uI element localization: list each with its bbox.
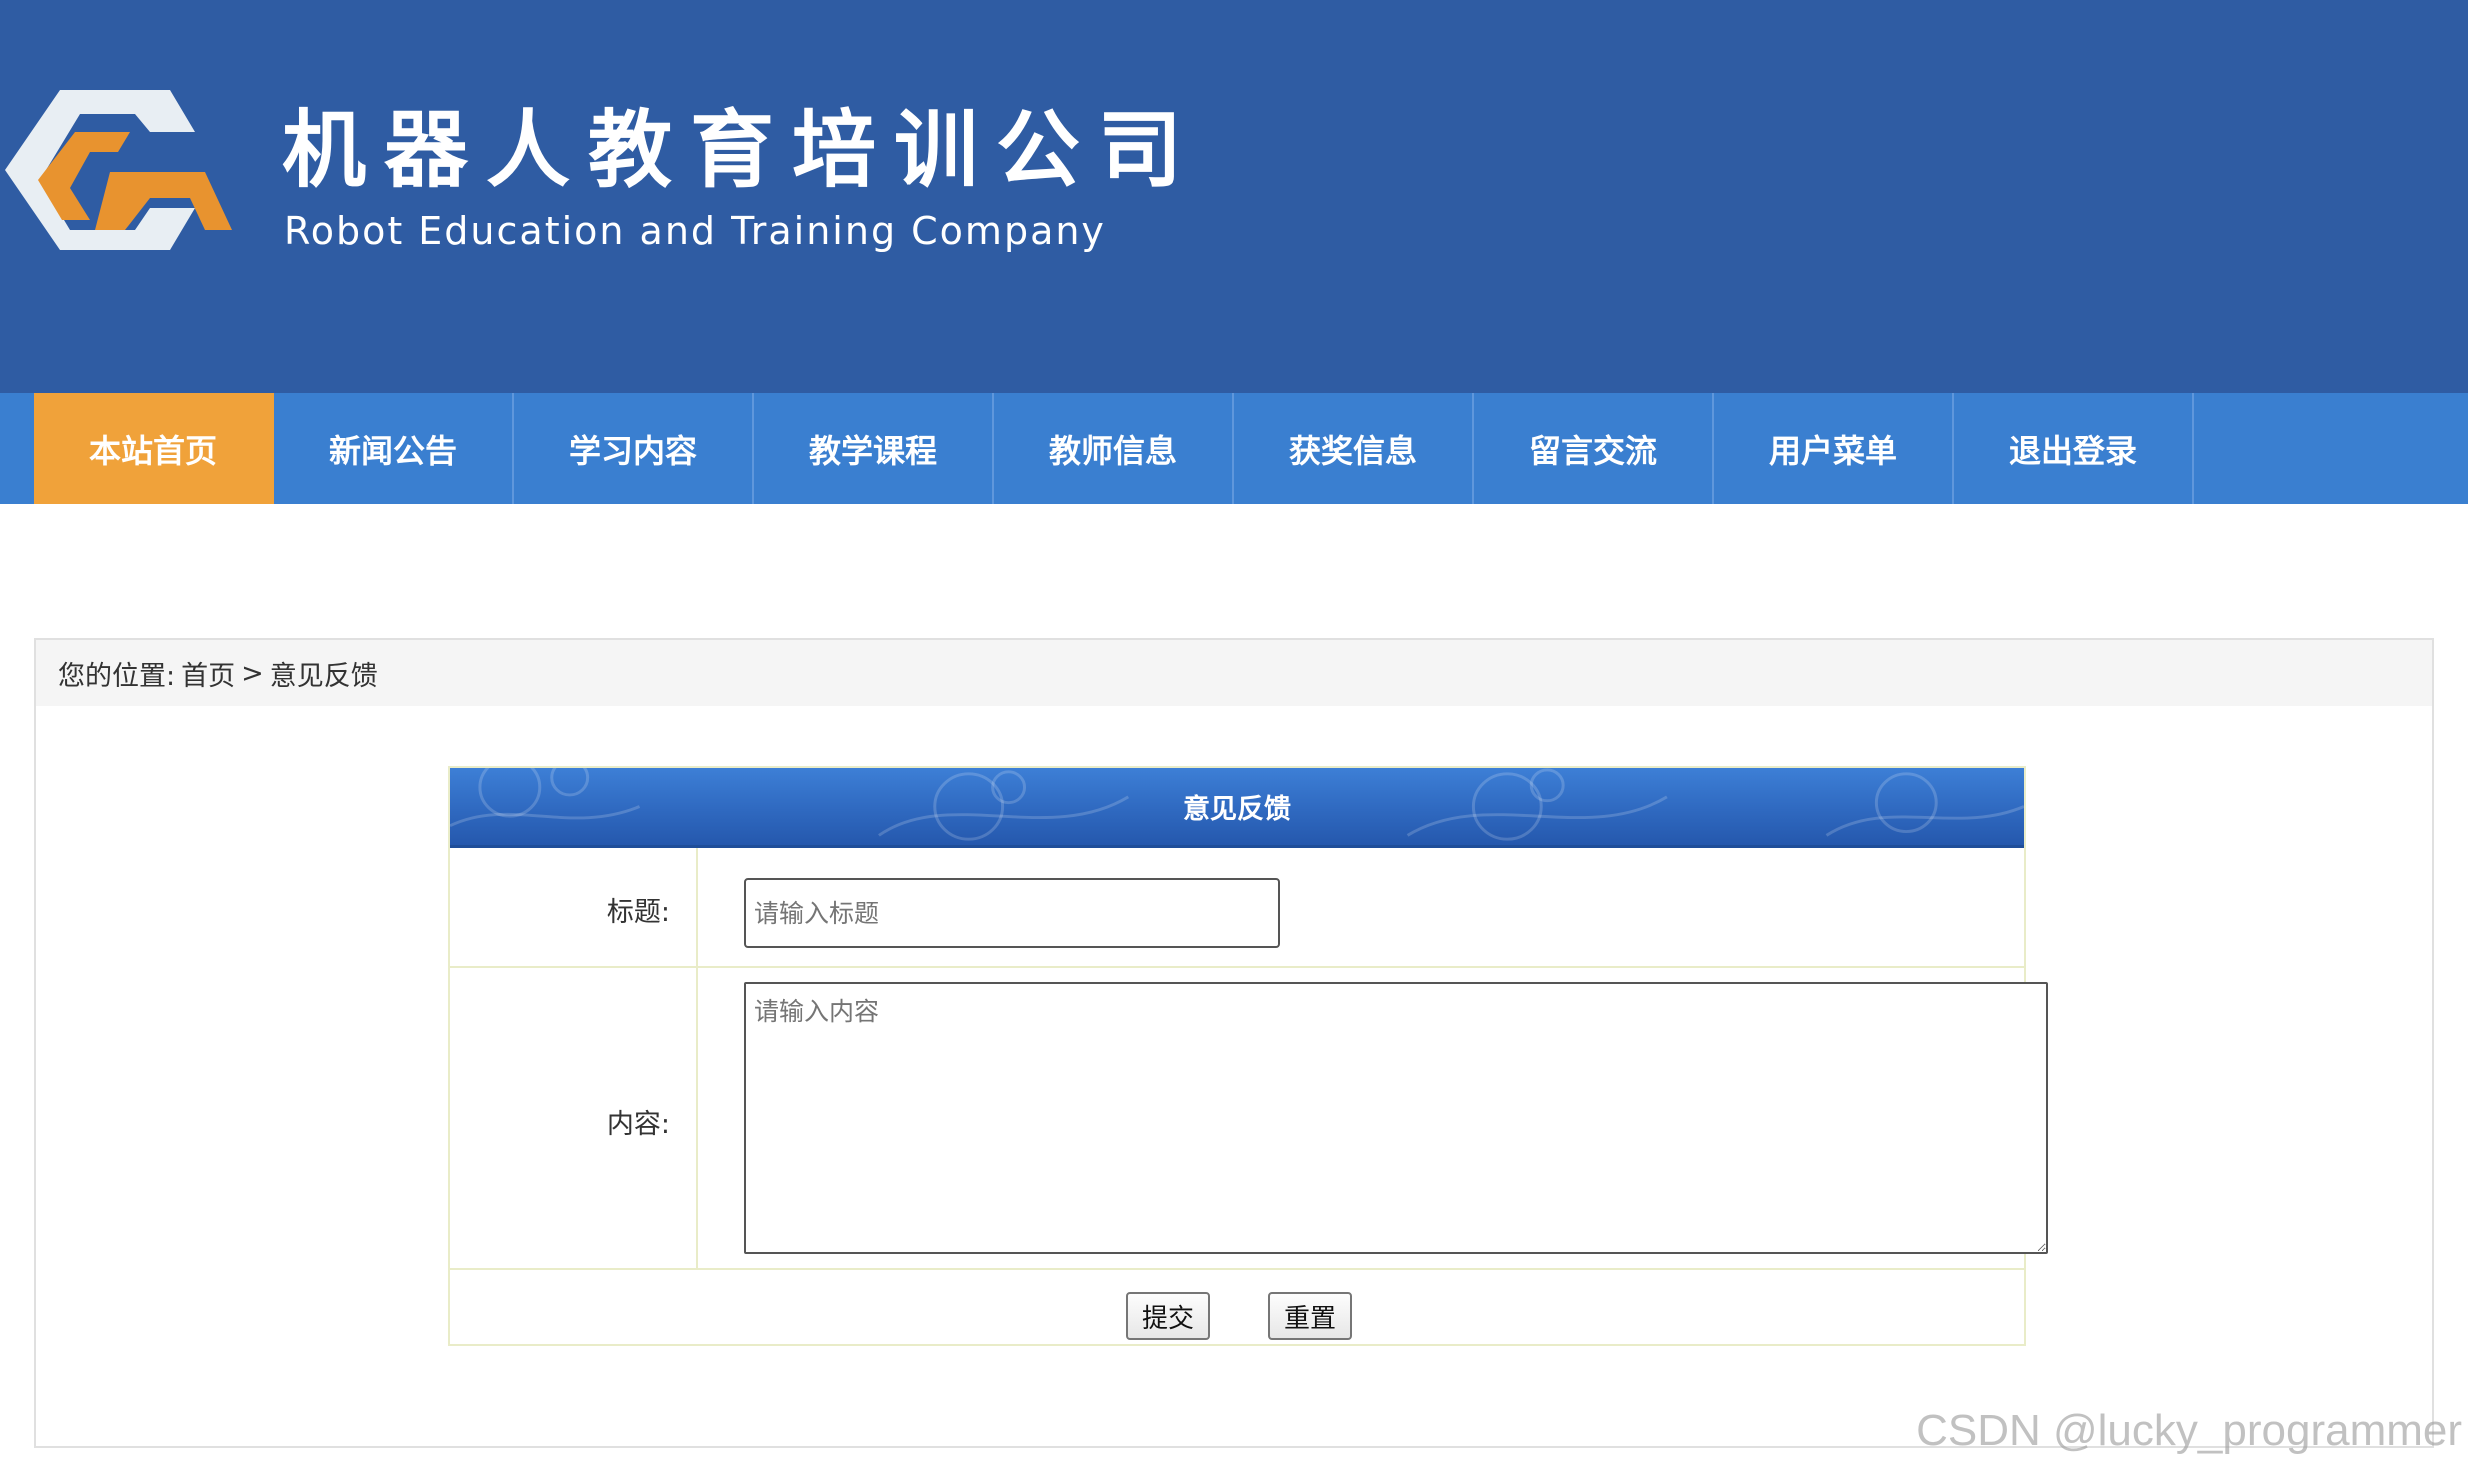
title-input[interactable]	[744, 878, 1280, 948]
title-label: 标题:	[606, 897, 670, 928]
feedback-form-title: 意见反馈	[1183, 794, 1291, 825]
watermark-text: CSDN @lucky_programmer	[1916, 1406, 2462, 1455]
submit-button[interactable]: 提交	[1126, 1292, 1210, 1340]
breadcrumb: 您的位置: 首页 > 意见反馈	[36, 640, 2432, 706]
main-nav: 本站首页 新闻公告 学习内容 教学课程 教师信息 获奖信息 留言交流 用户菜单 …	[0, 393, 2468, 504]
column-divider	[696, 848, 698, 1268]
nav-item-news[interactable]: 新闻公告	[274, 393, 514, 504]
company-logo-icon	[5, 90, 232, 250]
breadcrumb-separator: >	[241, 657, 264, 689]
breadcrumb-home-link[interactable]: 首页	[181, 654, 235, 693]
row-divider	[450, 1268, 2024, 1270]
site-header: 机器人教育培训公司 Robot Education and Training C…	[0, 0, 2468, 393]
nav-item-messages[interactable]: 留言交流	[1474, 393, 1714, 504]
reset-button[interactable]: 重置	[1268, 1292, 1352, 1340]
nav-item-logout[interactable]: 退出登录	[1954, 393, 2194, 504]
breadcrumb-current: 意见反馈	[269, 660, 378, 692]
nav-item-awards[interactable]: 获奖信息	[1234, 393, 1474, 504]
nav-item-learning[interactable]: 学习内容	[514, 393, 754, 504]
content-panel: 您的位置: 首页 > 意见反馈 意见反馈 标题: 请输入标题 内容: 请输入内容…	[34, 638, 2434, 1448]
nav-item-teachers[interactable]: 教师信息	[994, 393, 1234, 504]
nav-item-user-menu[interactable]: 用户菜单	[1714, 393, 1954, 504]
feedback-form: 意见反馈 标题: 内容: 提交 重置	[448, 766, 2048, 1346]
breadcrumb-prefix: 您的位置:	[58, 660, 176, 692]
row-divider	[450, 966, 2024, 968]
nav-item-home[interactable]: 本站首页	[34, 393, 274, 504]
content-label: 内容:	[606, 1109, 670, 1140]
nav-item-courses[interactable]: 教学课程	[754, 393, 994, 504]
company-name-en: Robot Education and Training Company	[284, 209, 1106, 253]
feedback-form-header: 意见反馈	[450, 768, 2024, 848]
nav-list: 本站首页 新闻公告 学习内容 教学课程 教师信息 获奖信息 留言交流 用户菜单 …	[34, 393, 2194, 504]
content-textarea[interactable]	[744, 982, 2048, 1254]
company-name-cn: 机器人教育培训公司	[282, 101, 1201, 199]
